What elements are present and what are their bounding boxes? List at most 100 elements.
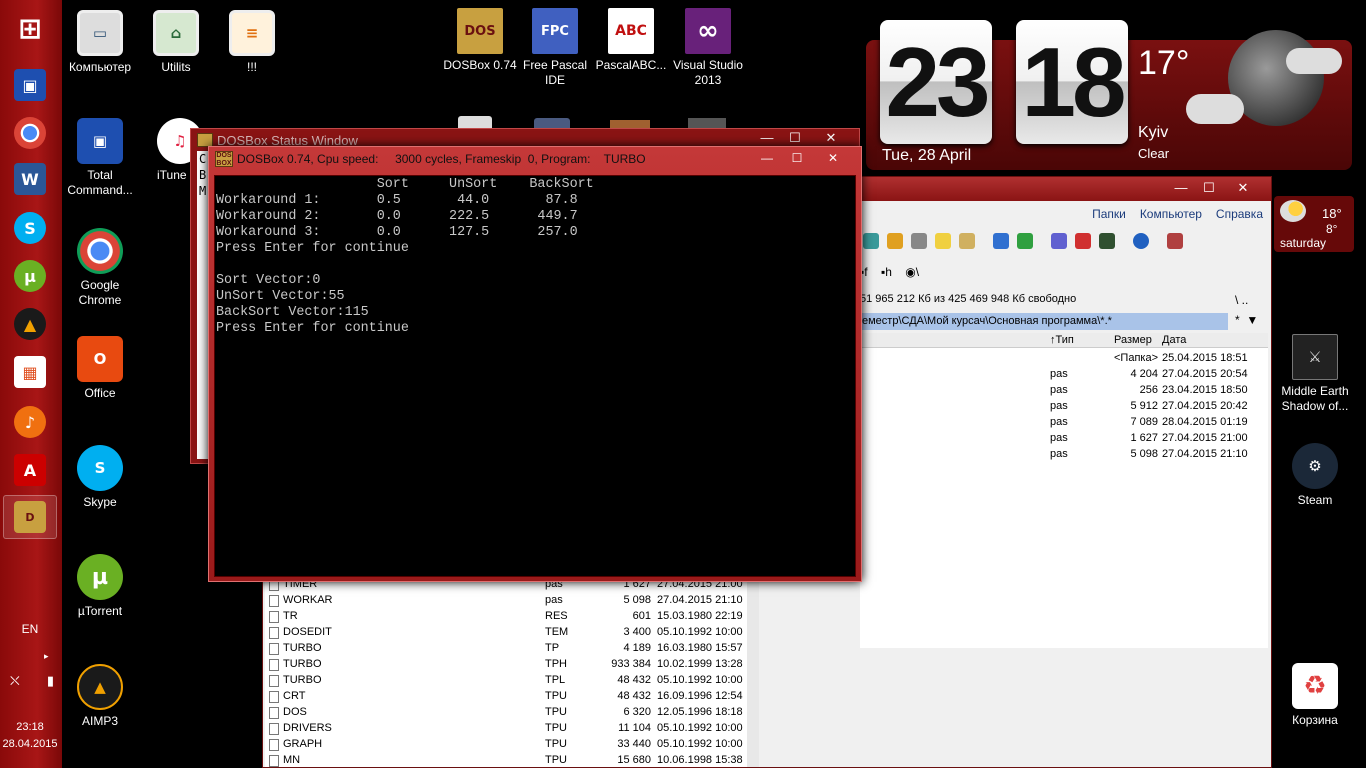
dosbox-maximize-button[interactable]: ☐ <box>783 150 811 166</box>
toolbar-button[interactable] <box>1133 233 1149 249</box>
tc-left-row[interactable]: TURBO TPL 48 432 05.10.1992 10:00 <box>265 673 759 689</box>
desktop-icon-pascalabc[interactable]: ABC PascalABC... <box>592 8 670 73</box>
toolbar-button[interactable] <box>1099 233 1115 249</box>
tc-left-row[interactable]: GRAPH TPU 33 440 05.10.1992 10:00 <box>265 737 759 753</box>
desktop-icon-utilits[interactable]: ⌂ Utilits <box>137 10 215 75</box>
desktop-icon-label: µTorrent <box>77 604 123 618</box>
desktop-icon-utorrent[interactable]: µ µTorrent <box>61 554 139 619</box>
tc-left-row[interactable]: MN TPU 15 680 10.06.1998 15:38 <box>265 753 759 768</box>
toolbar-button[interactable] <box>1017 233 1033 249</box>
dosbox-window[interactable]: DOS BOX DOSBox 0.74, Cpu speed: 3000 cyc… <box>208 146 862 582</box>
desktop-icon-middle-earth[interactable]: ⚔ Middle Earth Shadow of... <box>1276 334 1354 414</box>
tc-right-row[interactable]: <Папка> 25.04.2015 18:51 <box>860 350 1268 366</box>
tc-left-row[interactable]: DOS TPU 6 320 12.05.1996 18:18 <box>265 705 759 721</box>
tc-left-panel[interactable]: TIMER pas 1 627 27.04.2015 21:00 WORKAR pas 5 … <box>265 577 759 767</box>
taskbar-acrobat[interactable]: A <box>3 448 57 492</box>
menu-help[interactable]: Справка <box>1216 207 1263 221</box>
tray-expand-icon[interactable]: ▸ <box>44 651 49 662</box>
desktop-icon-dosbox[interactable]: DOS DOSBox 0.74 <box>441 8 519 73</box>
battery-icon[interactable]: ▮ <box>47 673 54 689</box>
taskbar-aimp[interactable]: ▲ <box>3 302 57 346</box>
desktop-icon-skype[interactable]: S Skype <box>61 445 139 510</box>
desktop-icon-free-pascal[interactable]: FPC Free Pascal IDE <box>516 8 594 88</box>
tc-left-scrollbar[interactable] <box>747 577 759 767</box>
tc-left-row[interactable]: TURBO TP 4 189 16.03.1980 15:57 <box>265 641 759 657</box>
dosbox-close-button[interactable]: ✕ <box>819 150 847 166</box>
taskbar-apps[interactable]: ▦ <box>3 350 57 394</box>
tc-close-button[interactable]: ✕ <box>1229 179 1257 197</box>
status-close-button[interactable]: ✕ <box>817 129 845 147</box>
tc-left-row[interactable]: CRT TPU 48 432 16.09.1996 12:54 <box>265 689 759 705</box>
tc-right-row[interactable]: pas 5 098 27.04.2015 21:10 <box>860 446 1268 462</box>
toolbar-button[interactable] <box>863 233 879 249</box>
desktop-icon-recycle-bin[interactable]: ♻ Корзина <box>1276 663 1354 728</box>
tc-left-row[interactable]: DRIVERS TPU 11 104 05.10.1992 10:00 <box>265 721 759 737</box>
taskbar-total-commander[interactable]: ▣ <box>3 63 57 107</box>
toolbar-button[interactable] <box>1167 233 1183 249</box>
desktop-icon-computer[interactable]: ▭ Компьютер <box>61 10 139 75</box>
status-maximize-button[interactable]: ☐ <box>781 129 809 147</box>
desktop-icon-chrome[interactable]: ◉ Google Chrome <box>61 228 139 308</box>
desktop-icon-total-commander[interactable]: ▣ Total Command... <box>61 118 139 198</box>
desktop-icon-visual-studio[interactable]: ∞ Visual Studio 2013 <box>669 8 747 88</box>
column-type[interactable]: ↑Тип <box>1050 334 1074 346</box>
menu-folders[interactable]: Папки <box>1092 207 1126 221</box>
desktop-icon-aimp[interactable]: ▲ AIMP3 <box>61 664 139 729</box>
desktop-icon-office[interactable]: O Office <box>61 336 139 401</box>
menu-computer[interactable]: Компьютер <box>1140 207 1202 221</box>
chrome-icon: ◉ <box>77 228 123 274</box>
tc-left-row[interactable]: TURBO TPH 933 384 10.02.1999 13:28 <box>265 657 759 673</box>
toolbar-button[interactable] <box>911 233 927 249</box>
tc-right-row[interactable]: pas 5 912 27.04.2015 20:42 <box>860 398 1268 414</box>
tc-left-row[interactable]: TR RES 601 15.03.1980 22:19 <box>265 609 759 625</box>
row-ext: TPU <box>545 722 567 734</box>
toolbar-button[interactable] <box>1051 233 1067 249</box>
dosbox-icon: D <box>14 501 46 533</box>
toolbar-button[interactable] <box>993 233 1009 249</box>
clock-weather-widget[interactable]: 23 18 Tue, 28 April 17° Kyiv Clear <box>866 20 1352 170</box>
tc-history-button[interactable]: * ▼ <box>1235 313 1258 327</box>
desktop-icon-itunes[interactable]: ♫ iTune <box>137 118 203 183</box>
taskbar-skype[interactable]: S <box>3 206 57 250</box>
tc-right-row[interactable]: pas 7 089 28.04.2015 01:19 <box>860 414 1268 430</box>
taskbar-clock[interactable]: 23:18 28.04.2015 <box>0 719 60 753</box>
desktop-icon-label: Корзина <box>1292 713 1338 727</box>
desktop-icon-document[interactable]: ≡ !!! <box>213 10 291 75</box>
tc-right-row[interactable]: pas 256 23.04.2015 18:50 <box>860 382 1268 398</box>
windows-start-icon: ⊞ <box>18 11 42 45</box>
taskbar-chrome[interactable]: ◉ <box>3 111 57 155</box>
desktop-icon-label: Middle Earth Shadow of... <box>1281 384 1349 413</box>
toolbar-button[interactable] <box>1075 233 1091 249</box>
start-button[interactable]: ⊞ <box>3 6 57 50</box>
weather-gadget[interactable]: 18° 8° saturday <box>1274 196 1354 252</box>
taskbar-utorrent[interactable]: µ <box>3 254 57 298</box>
column-size[interactable]: Размер <box>1114 334 1152 346</box>
tc-path-bar[interactable]: еместр\СДА\Мой курсач\Основная программа… <box>860 313 1228 330</box>
toolbar-button[interactable] <box>959 233 975 249</box>
tc-minimize-button[interactable]: — <box>1167 179 1195 197</box>
status-minimize-button[interactable]: — <box>753 129 781 147</box>
toolbar-button[interactable] <box>935 233 951 249</box>
tc-left-row[interactable]: DOSEDIT TEM 3 400 05.10.1992 10:00 <box>265 625 759 641</box>
drive-h[interactable]: ▪h <box>881 265 892 279</box>
row-date: 05.10.1992 10:00 <box>657 722 743 734</box>
taskbar-music[interactable]: ♪ <box>3 400 57 444</box>
tc-maximize-button[interactable]: ☐ <box>1195 179 1223 197</box>
tc-right-row[interactable]: pas 4 204 27.04.2015 20:54 <box>860 366 1268 382</box>
network-icon[interactable]: ⛌ <box>10 673 20 689</box>
drive-network[interactable]: ◉\ <box>905 265 919 279</box>
tc-updir-buttons[interactable]: \ .. <box>1235 293 1248 307</box>
dosbox-minimize-button[interactable]: — <box>753 150 781 166</box>
desktop-icon-label: !!! <box>246 60 257 74</box>
language-indicator[interactable]: EN <box>0 622 60 636</box>
taskbar-dosbox[interactable]: D <box>3 495 57 539</box>
desktop-icon-steam[interactable]: ⚙ Steam <box>1276 443 1354 508</box>
dosbox-screen[interactable]: Sort UnSort BackSort Workaround 1: 0.5 4… <box>214 175 856 577</box>
toolbar-button[interactable] <box>887 233 903 249</box>
taskbar-word[interactable]: W <box>3 157 57 201</box>
column-date[interactable]: Дата <box>1162 334 1186 346</box>
row-size: 15 680 <box>617 754 651 766</box>
tc-left-row[interactable]: WORKAR pas 5 098 27.04.2015 21:10 <box>265 593 759 609</box>
tc-right-row[interactable]: pas 1 627 27.04.2015 21:00 <box>860 430 1268 446</box>
tc-right-panel[interactable]: <Папка> 25.04.2015 18:51 pas 4 204 27.04.201… <box>860 348 1268 648</box>
